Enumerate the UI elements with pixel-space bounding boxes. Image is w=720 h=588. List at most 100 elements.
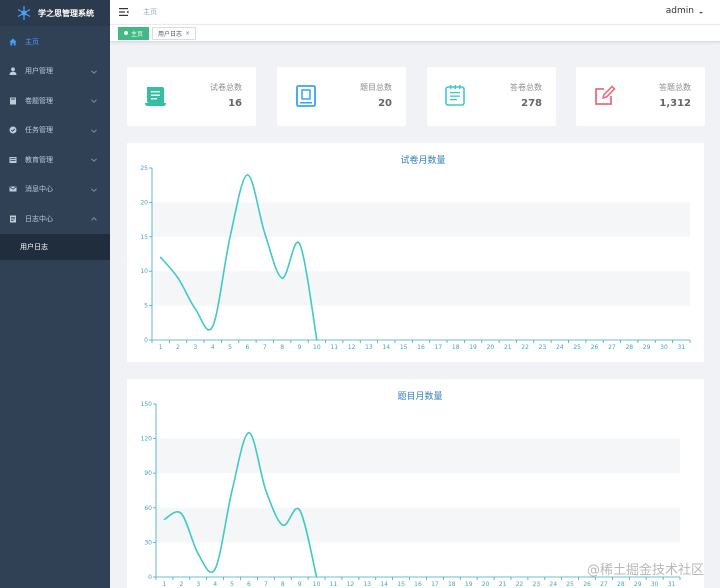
- y-tick-label: 15: [140, 234, 148, 241]
- data-point: [177, 277, 179, 279]
- tags-view: 主页 用户日志 ×: [110, 24, 720, 42]
- x-tick-label: 30: [651, 581, 659, 588]
- data-point: [194, 308, 197, 310]
- card-label: 答卷总数: [510, 83, 542, 92]
- chart-title: 题目月数量: [397, 390, 442, 402]
- chart-panel-questions: 题目月数量 0 30 60 90 120 150 1 2 3 4 5 6 7 8 9 10 11 12 13 14 15 1…: [127, 379, 704, 588]
- x-tick-label: 4: [213, 581, 217, 588]
- x-tick-label: 14: [382, 344, 390, 351]
- x-tick-label: 17: [435, 344, 443, 351]
- hamburger-icon[interactable]: [119, 7, 129, 17]
- x-tick-label: 31: [668, 581, 676, 588]
- x-tick-label: 7: [263, 344, 267, 351]
- x-tick-label: 10: [313, 581, 321, 588]
- task-icon: [9, 126, 17, 134]
- education-icon: [9, 156, 17, 164]
- sidebar-item-users[interactable]: 用户管理: [0, 57, 110, 87]
- x-tick-label: 20: [482, 581, 490, 588]
- sidebar-item-label: 用户管理: [25, 67, 53, 76]
- brand: 学之思管理系统: [0, 0, 110, 26]
- x-tick-label: 6: [246, 344, 250, 351]
- data-point: [197, 553, 200, 555]
- x-tick-label: 5: [230, 581, 234, 588]
- sidebar-subitem-user-log[interactable]: 用户日志: [0, 233, 110, 260]
- y-tick-label: 25: [140, 165, 148, 172]
- x-tick-label: 7: [264, 581, 268, 588]
- grid-band: [156, 438, 680, 474]
- notebook-icon: [296, 85, 316, 107]
- scroll-icon: [145, 87, 166, 106]
- watermark: @稀土掘金技术社区: [586, 563, 704, 578]
- x-tick-label: 24: [549, 581, 557, 588]
- chevron-up-icon: [91, 217, 97, 221]
- sidebar-item-papers[interactable]: 卷题管理: [0, 86, 110, 116]
- stat-card-questions[interactable]: 题目总数 20: [277, 67, 406, 126]
- sidebar-item-tasks[interactable]: 任务管理: [0, 116, 110, 146]
- card-label: 题目总数: [360, 83, 392, 92]
- username: admin: [665, 6, 694, 16]
- x-tick-label: 27: [600, 581, 608, 588]
- paper-monthly-chart: 试卷月数量05101520251 2 3 4 5 6 7 8 9 10 11 12 13 14 15 16 17…: [140, 154, 691, 351]
- sidebar-item-messages[interactable]: 消息中心: [0, 175, 110, 205]
- y-tick-label: 5: [144, 303, 148, 310]
- data-point: [265, 489, 267, 492]
- tag-home[interactable]: 主页: [118, 26, 150, 40]
- card-value: 278: [521, 98, 542, 109]
- message-icon: [9, 185, 17, 193]
- x-tick-label: 24: [556, 344, 564, 351]
- x-tick-label: 31: [678, 344, 686, 351]
- y-tick-label: 20: [140, 199, 148, 206]
- x-tick-label: 1: [163, 581, 167, 588]
- sidebar-subitem-label: 用户日志: [20, 242, 48, 251]
- data-point: [281, 524, 284, 526]
- stat-card-answers[interactable]: 答题总数 1,312: [576, 67, 705, 126]
- data-point: [214, 568, 216, 570]
- x-tick-label: 22: [521, 344, 529, 351]
- chevron-down-icon: [91, 128, 97, 133]
- stat-card-answer-sheets[interactable]: 答卷总数 278: [427, 67, 556, 126]
- card-value: 16: [228, 98, 242, 109]
- data-point: [180, 512, 183, 515]
- data-point: [229, 236, 231, 238]
- x-tick-label: 28: [625, 344, 633, 351]
- x-tick-label: 30: [660, 344, 668, 351]
- sidebar-item-education[interactable]: 教育管理: [0, 145, 110, 175]
- tag-user-log[interactable]: 用户日志 ×: [152, 26, 197, 40]
- stat-card-papers[interactable]: 试卷总数 16: [127, 67, 256, 126]
- notepad-icon: [445, 85, 465, 106]
- x-tick-label: 28: [617, 581, 625, 588]
- sidebar-item-home[interactable]: 主页: [0, 27, 110, 57]
- grid-band: [152, 202, 690, 237]
- data-point: [159, 256, 162, 259]
- x-tick-label: 18: [452, 344, 460, 351]
- data-point: [298, 242, 301, 245]
- close-icon[interactable]: ×: [185, 30, 190, 37]
- sidebar-item-label: 消息中心: [25, 185, 53, 194]
- sidebar-item-logs[interactable]: 日志中心: [0, 204, 110, 234]
- x-tick-label: 9: [298, 581, 302, 588]
- x-tick-label: 19: [469, 344, 477, 351]
- x-tick-label: 16: [417, 344, 425, 351]
- tag-label: 主页: [131, 30, 144, 38]
- x-tick-label: 15: [400, 344, 408, 351]
- sidebar-item-label: 主页: [25, 37, 39, 46]
- card-label: 答题总数: [659, 83, 691, 92]
- breadcrumb[interactable]: 主页: [143, 7, 157, 17]
- x-tick-label: 9: [298, 344, 302, 351]
- x-tick-label: 26: [591, 344, 599, 351]
- x-tick-label: 13: [365, 344, 373, 351]
- x-tick-label: 25: [573, 344, 581, 351]
- data-point: [163, 518, 166, 521]
- sidebar-item-label: 任务管理: [25, 126, 53, 135]
- data-point: [211, 325, 214, 328]
- x-tick-label: 18: [448, 581, 456, 588]
- data-point: [248, 432, 250, 434]
- x-tick-label: 5: [228, 344, 232, 351]
- x-tick-label: 1: [159, 344, 163, 351]
- sidebar-item-label: 日志中心: [25, 214, 53, 223]
- sidebar-item-label: 教育管理: [25, 155, 53, 164]
- user-menu[interactable]: admin: [666, 6, 704, 16]
- x-tick-label: 19: [465, 581, 473, 588]
- sidebar-item-label: 卷题管理: [25, 96, 53, 105]
- series-line: [160, 174, 318, 341]
